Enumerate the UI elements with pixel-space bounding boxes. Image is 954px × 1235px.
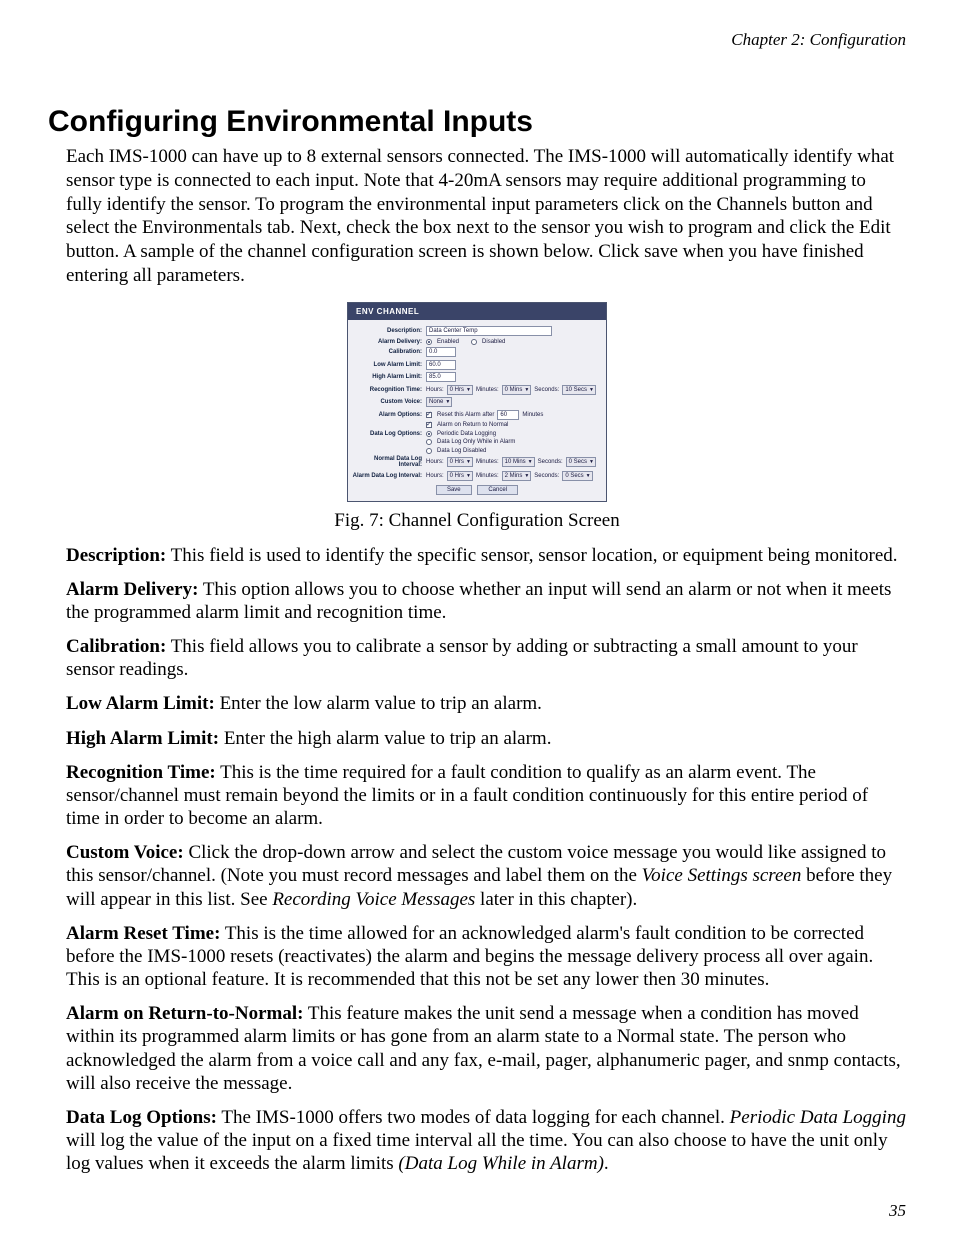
a-seconds-select[interactable]: 0 Secs▼ (562, 471, 592, 481)
reset-minutes-input[interactable]: 60 (497, 410, 519, 420)
high-limit-input[interactable]: 85.0 (426, 372, 456, 382)
label-alarm-interval: Alarm Data Log Interval: (352, 473, 426, 479)
n-minutes-select[interactable]: 10 Mins▼ (502, 457, 535, 467)
calibration-input[interactable]: 0.0 (426, 347, 456, 357)
figure-caption: Fig. 7: Channel Configuration Screen (48, 510, 906, 532)
custom-voice-select[interactable]: None▼ (426, 397, 452, 407)
return-normal-label: Alarm on Return to Normal (437, 422, 508, 428)
def-low-limit: Low Alarm Limit: Enter the low alarm val… (66, 692, 906, 715)
radio-periodic[interactable] (426, 431, 432, 437)
chevron-down-icon: ▼ (524, 472, 529, 480)
def-calibration: Calibration: This field allows you to ca… (66, 635, 906, 681)
recog-hours-select[interactable]: 0 Hrs▼ (447, 385, 473, 395)
description-input[interactable]: Data Center Temp (426, 326, 552, 336)
label-custom-voice: Custom Voice: (352, 399, 426, 405)
log-disabled-label: Data Log Disabled (437, 448, 486, 454)
radio-disabled-label: Disabled (482, 339, 505, 345)
label-high-limit: High Alarm Limit: (352, 374, 426, 380)
n-seconds-select[interactable]: 0 Secs▼ (566, 457, 596, 467)
page: Chapter 2: Configuration Configuring Env… (0, 0, 954, 1235)
only-alarm-label: Data Log Only While in Alarm (437, 439, 515, 445)
def-recog-time: Recognition Time: This is the time requi… (66, 761, 906, 831)
sublabel-minutes: Minutes: (476, 387, 499, 393)
def-data-log: Data Log Options: The IMS-1000 offers tw… (66, 1106, 906, 1176)
radio-enabled-label: Enabled (437, 339, 459, 345)
reset-suffix: Minutes (522, 412, 543, 418)
radio-log-disabled[interactable] (426, 448, 432, 454)
recog-seconds-select[interactable]: 10 Secs▼ (562, 385, 596, 395)
chevron-down-icon: ▼ (586, 472, 591, 480)
check-reset-alarm[interactable] (426, 412, 432, 418)
label-description: Description: (352, 328, 426, 334)
env-channel-screenshot: ENV CHANNEL Description: Data Center Tem… (347, 302, 607, 502)
a-hours-select[interactable]: 0 Hrs▼ (447, 471, 473, 481)
chevron-down-icon: ▼ (524, 386, 529, 394)
chapter-header: Chapter 2: Configuration (48, 30, 906, 50)
check-return-normal[interactable] (426, 422, 432, 428)
label-datalog-options: Data Log Options: (352, 431, 426, 437)
def-description: Description: This field is used to ident… (66, 544, 906, 567)
label-alarm-delivery: Alarm Delivery: (352, 339, 426, 345)
definitions: Description: This field is used to ident… (66, 544, 906, 1176)
page-title: Configuring Environmental Inputs (48, 105, 906, 139)
def-return-normal: Alarm on Return-to-Normal: This feature … (66, 1002, 906, 1095)
radio-enabled[interactable] (426, 339, 432, 345)
chevron-down-icon: ▼ (466, 458, 471, 466)
reset-prefix: Reset this Alarm after (437, 412, 494, 418)
cancel-button[interactable]: Cancel (477, 485, 518, 495)
sublabel-hours: Hours: (426, 387, 444, 393)
page-number: 35 (889, 1201, 906, 1221)
label-normal-interval: Normal Data Log Interval: (352, 456, 426, 468)
chevron-down-icon: ▼ (589, 386, 594, 394)
periodic-label: Periodic Data Logging (437, 431, 496, 437)
label-alarm-options: Alarm Options: (352, 412, 426, 418)
chevron-down-icon: ▼ (445, 398, 450, 406)
def-high-limit: High Alarm Limit: Enter the high alarm v… (66, 727, 906, 750)
def-alarm-delivery: Alarm Delivery: This option allows you t… (66, 578, 906, 624)
label-low-limit: Low Alarm Limit: (352, 362, 426, 368)
chevron-down-icon: ▼ (589, 458, 594, 466)
label-calibration: Calibration: (352, 349, 426, 355)
chevron-down-icon: ▼ (466, 386, 471, 394)
recog-minutes-select[interactable]: 0 Mins▼ (502, 385, 532, 395)
panel-title: ENV CHANNEL (348, 303, 606, 320)
chevron-down-icon: ▼ (528, 458, 533, 466)
n-hours-select[interactable]: 0 Hrs▼ (447, 457, 473, 467)
save-button[interactable]: Save (436, 485, 472, 495)
def-custom-voice: Custom Voice: Click the drop-down arrow … (66, 841, 906, 911)
a-minutes-select[interactable]: 2 Mins▼ (502, 471, 532, 481)
panel-body: Description: Data Center Temp Alarm Deli… (348, 320, 606, 501)
def-alarm-reset: Alarm Reset Time: This is the time allow… (66, 922, 906, 992)
radio-only-alarm[interactable] (426, 439, 432, 445)
sublabel-seconds: Seconds: (534, 387, 559, 393)
label-recog-time: Recognition Time: (352, 387, 426, 393)
radio-disabled[interactable] (471, 339, 477, 345)
low-limit-input[interactable]: 60.0 (426, 360, 456, 370)
chevron-down-icon: ▼ (466, 472, 471, 480)
intro-paragraph: Each IMS-1000 can have up to 8 external … (66, 145, 906, 288)
